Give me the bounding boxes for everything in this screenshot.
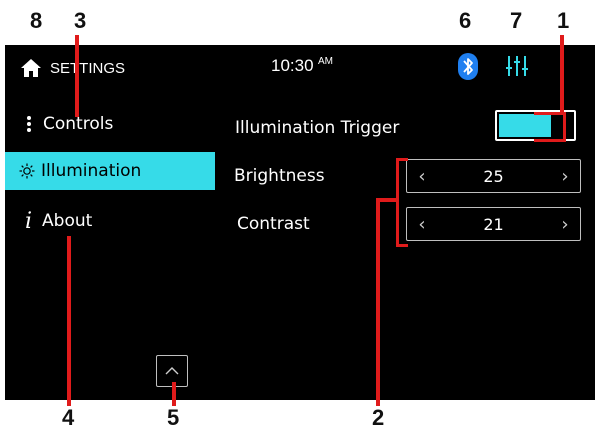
home-button[interactable]	[20, 57, 42, 79]
brightness-label: Brightness	[234, 166, 325, 186]
callout-line-2-v	[376, 198, 380, 406]
contrast-value: 21	[483, 214, 504, 234]
illumination-trigger-label: Illumination Trigger	[235, 118, 400, 138]
bluetooth-status[interactable]	[458, 53, 478, 80]
sidebar-item-about[interactable]: i About	[5, 202, 215, 240]
chevron-right-icon[interactable]: ›	[550, 166, 580, 187]
sidebar-item-controls[interactable]: Controls	[5, 105, 215, 143]
chevron-left-icon[interactable]: ‹	[407, 214, 437, 235]
contrast-label: Contrast	[237, 214, 310, 234]
callout-3: 3	[74, 8, 87, 33]
callout-2: 2	[372, 405, 385, 430]
sidebar-item-label: Controls	[43, 114, 114, 134]
equalizer-button[interactable]	[505, 54, 529, 78]
bluetooth-icon	[458, 53, 478, 80]
callout-line-5	[172, 382, 176, 406]
callout-line-1	[560, 35, 564, 113]
chevron-left-icon[interactable]: ‹	[407, 166, 437, 187]
contrast-stepper[interactable]: ‹ 21 ›	[406, 207, 581, 241]
clock-ampm: AM	[318, 56, 333, 67]
sun-icon	[19, 163, 35, 179]
equalizer-icon	[506, 56, 528, 76]
callout-4: 4	[62, 405, 75, 430]
callout-5: 5	[167, 405, 180, 430]
page-title: SETTINGS	[50, 60, 126, 77]
brightness-value: 25	[483, 166, 504, 186]
callout-7: 7	[510, 8, 523, 33]
callout-bracket-2	[396, 158, 408, 247]
home-icon	[21, 59, 41, 77]
sidebar-item-label: Illumination	[41, 161, 142, 181]
clock-time: 10:30	[271, 56, 314, 75]
callout-line-4	[67, 236, 71, 406]
sidebar-item-illumination[interactable]: Illumination	[5, 152, 215, 190]
info-icon: i	[25, 208, 33, 234]
callout-1: 1	[557, 8, 570, 33]
dots-icon	[27, 116, 31, 132]
callout-8: 8	[30, 8, 43, 33]
brightness-stepper[interactable]: ‹ 25 ›	[406, 159, 581, 193]
device-screen: SETTINGS 10:30 AM Controls Illumination …	[5, 45, 595, 400]
callout-6: 6	[459, 8, 472, 33]
sidebar-item-label: About	[42, 211, 93, 231]
chevron-right-icon[interactable]: ›	[550, 214, 580, 235]
callout-line-3	[75, 35, 79, 117]
clock: 10:30 AM	[271, 56, 333, 76]
callout-bracket-1	[534, 112, 566, 142]
